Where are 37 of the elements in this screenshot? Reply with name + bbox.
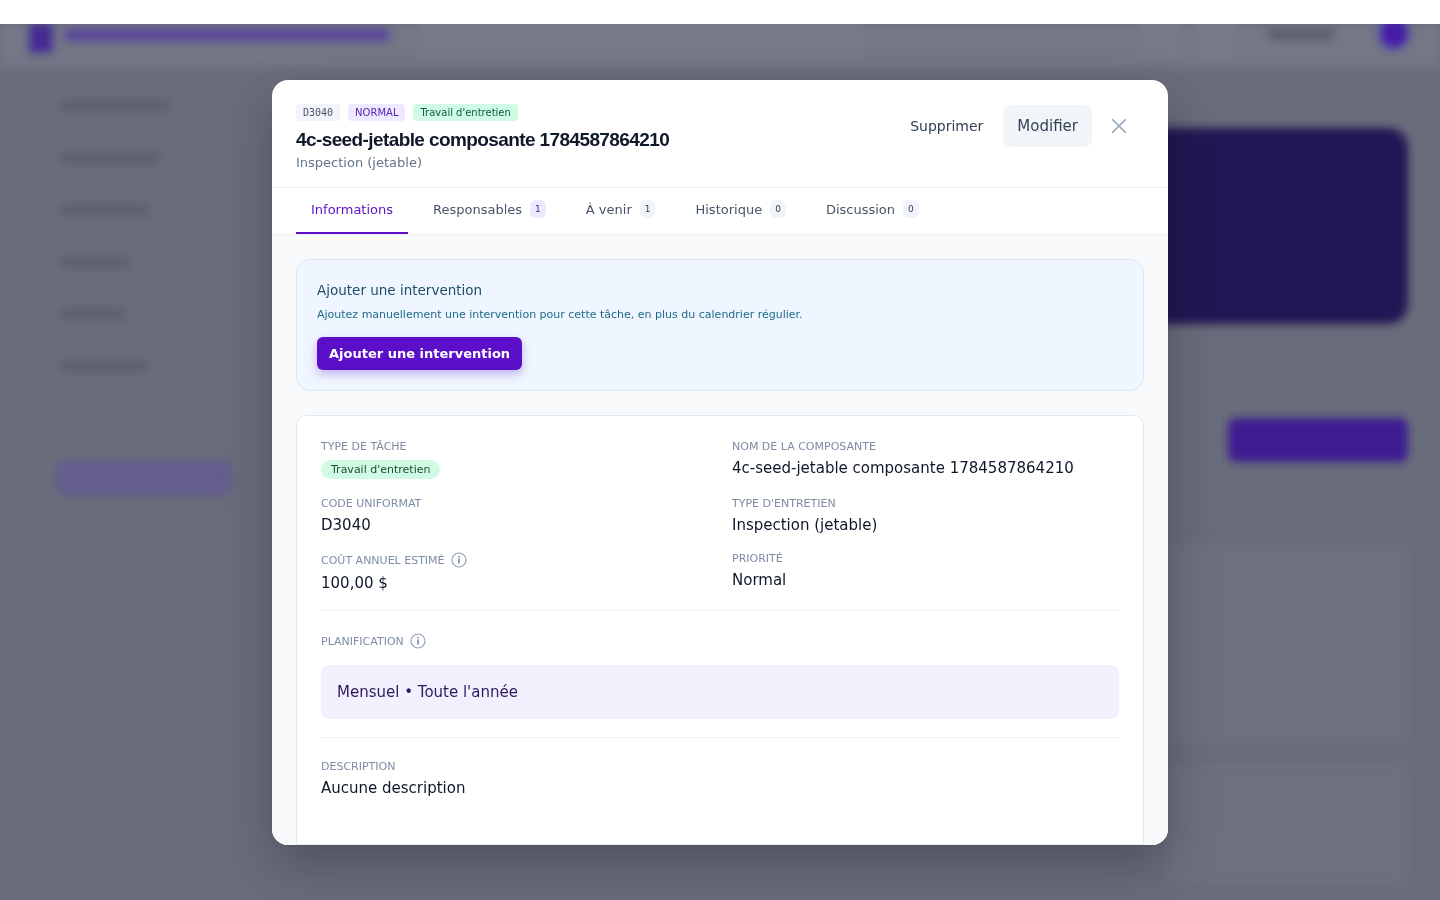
delete-button[interactable]: Supprimer <box>900 108 994 144</box>
schedule-summary: Mensuel • Toute l'année <box>321 665 1119 719</box>
modal-title: 4c-seed-jetable composante 1784587864210 <box>296 129 670 151</box>
field-label: COÛT ANNUEL ESTIMÉ <box>321 553 445 567</box>
count-badge: 1 <box>530 200 546 218</box>
field-value: Normal <box>732 571 788 589</box>
count-badge: 0 <box>770 200 786 218</box>
modal-subtitle: Inspection (jetable) <box>296 155 423 170</box>
category-tag: Travail d'entretien <box>321 460 441 479</box>
count-badge: 0 <box>903 200 919 218</box>
info-icon[interactable] <box>450 552 467 568</box>
field-label: PRIORITÉ <box>732 552 783 565</box>
panel-title: Ajouter une intervention <box>317 282 484 298</box>
count-badge: 1 <box>639 200 656 218</box>
info-icon[interactable] <box>409 633 426 649</box>
field-label: NOM DE LA COMPOSANTE <box>732 440 876 453</box>
code-tag: D3040 <box>296 104 341 121</box>
tab[interactable]: Discussion 0 <box>810 188 934 234</box>
field-label: CODE UNIFORMAT <box>321 497 422 510</box>
field-label: DESCRIPTION <box>321 760 396 773</box>
field-value: Inspection (jetable) <box>732 516 879 534</box>
priority-tag: NORMAL <box>348 104 406 121</box>
tab[interactable]: Historique 0 <box>680 188 801 234</box>
field-value: D3040 <box>321 516 372 534</box>
add-intervention-button[interactable]: Ajouter une intervention <box>317 337 523 370</box>
tab[interactable]: Responsables 1 <box>418 188 561 234</box>
field-label: PLANIFICATION <box>321 634 404 648</box>
field-label: TYPE D'ENTRETIEN <box>732 497 836 510</box>
field-value: 100,00 $ <box>321 574 389 592</box>
tab[interactable]: À venir 1 <box>570 188 671 234</box>
field-value: 4c-seed-jetable composante 1784587864210 <box>732 459 1075 477</box>
close-icon[interactable] <box>1110 117 1128 135</box>
panel-text: Ajoutez manuellement une intervention pour cette tâche, en plus du calendrier régulier. <box>317 308 804 321</box>
category-tag: Travail d'entretien <box>413 104 518 121</box>
edit-button[interactable]: Modifier <box>1003 105 1092 147</box>
field-label: TYPE DE TÂCHE <box>321 440 407 453</box>
field-value: Aucune description <box>321 779 467 797</box>
